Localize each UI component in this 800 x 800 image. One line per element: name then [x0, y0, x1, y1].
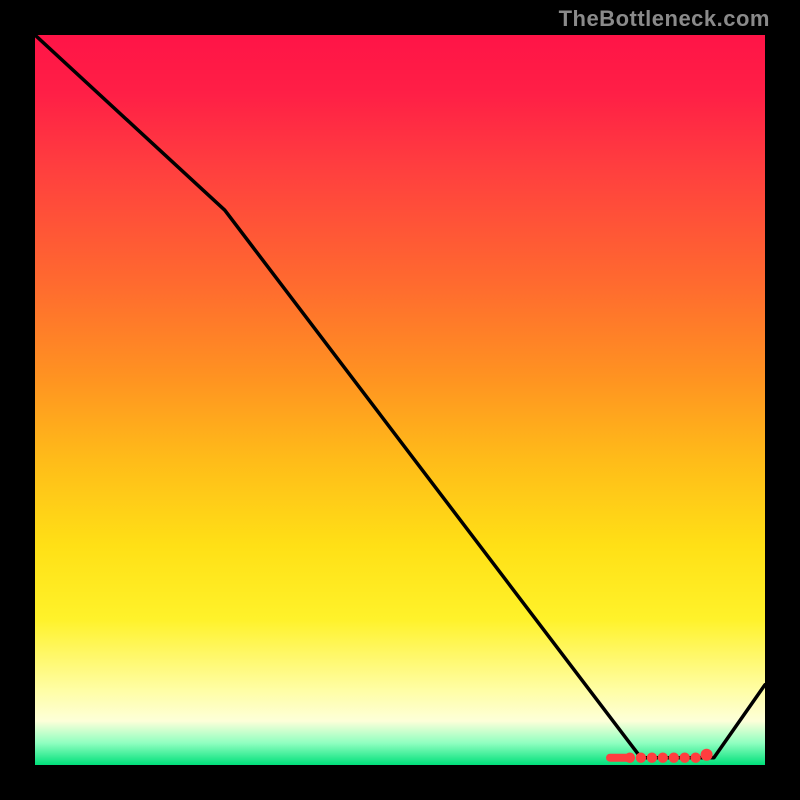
optimum-dot: [659, 754, 667, 762]
optimum-dot: [626, 754, 634, 762]
optimum-end-dot: [702, 750, 712, 760]
optimum-marker-group: [610, 750, 712, 762]
bottleneck-curve: [35, 35, 765, 758]
optimum-dot: [670, 754, 678, 762]
chart-stage: TheBottleneck.com: [0, 0, 800, 800]
plot-overlay-svg: [35, 35, 765, 765]
plot-area: [35, 35, 765, 765]
optimum-dot: [648, 754, 656, 762]
optimum-dot: [681, 754, 689, 762]
watermark-text: TheBottleneck.com: [559, 6, 770, 32]
optimum-dot: [637, 754, 645, 762]
optimum-dot: [691, 754, 699, 762]
